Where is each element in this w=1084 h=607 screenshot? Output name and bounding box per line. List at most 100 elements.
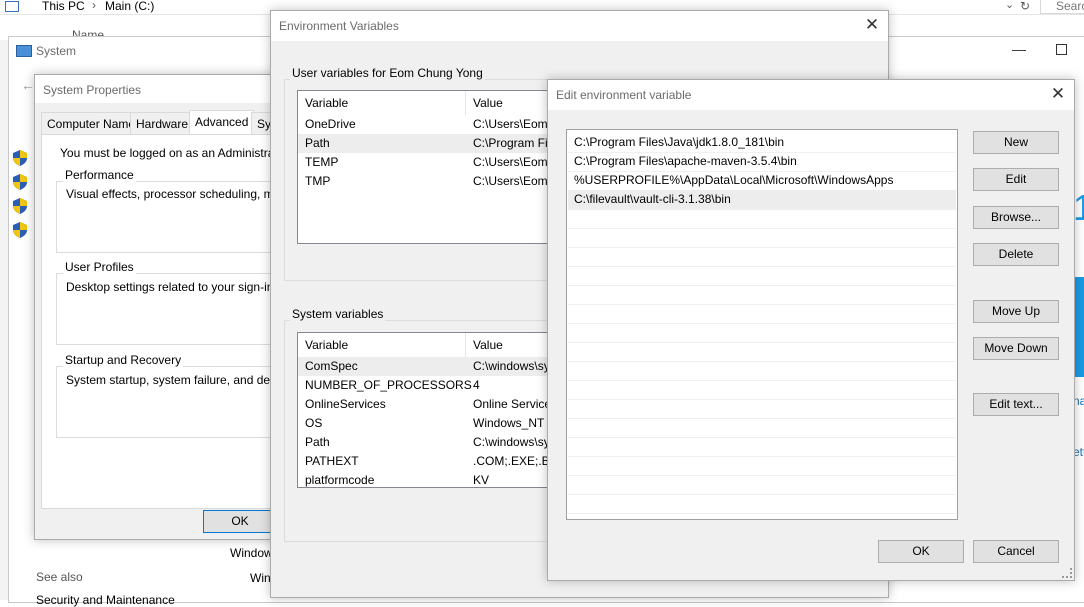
resize-grip-icon[interactable] <box>1062 568 1072 578</box>
env-vars-title: Environment Variables <box>279 19 399 33</box>
browse-button[interactable]: Browse... <box>973 206 1059 229</box>
value-cell: C:\windows\sy <box>473 435 550 449</box>
delete-button[interactable]: Delete <box>973 243 1059 266</box>
variable-cell: OneDrive <box>305 117 356 131</box>
new-button[interactable]: New <box>973 131 1059 154</box>
tab-strip: Computer Name Hardware Advanced Sys <box>41 110 285 135</box>
value-column-header[interactable]: Value <box>473 91 503 115</box>
close-icon[interactable]: ✕ <box>864 16 880 33</box>
empty-list-row <box>568 304 956 324</box>
variable-cell: TMP <box>305 174 331 188</box>
refresh-icon[interactable]: ↻ <box>1020 0 1030 13</box>
performance-label: Performance <box>63 168 136 182</box>
ok-button[interactable]: OK <box>203 510 277 533</box>
crumb-this-pc[interactable]: This PC <box>42 0 85 13</box>
this-pc-icon <box>5 1 19 12</box>
value-cell: KV <box>473 473 490 487</box>
variable-cell: ComSpec <box>305 359 358 373</box>
user-profiles-text: Desktop settings related to your sign-in <box>66 280 274 294</box>
user-profiles-label: User Profiles <box>63 260 136 274</box>
value-cell: C:\Users\Eom <box>473 117 548 131</box>
search-placeholder: Searc <box>1056 0 1084 13</box>
empty-list-row <box>568 323 956 343</box>
variable-cell: OnlineServices <box>305 397 386 411</box>
tab-computer-name[interactable]: Computer Name <box>41 112 142 135</box>
back-arrow-icon[interactable]: ← <box>21 77 35 93</box>
empty-list-row <box>568 399 956 419</box>
variable-cell: TEMP <box>305 155 339 169</box>
admin-note: You must be logged on as an Administrato… <box>60 146 302 160</box>
windows-edition-text: Window <box>230 546 273 560</box>
edit-text-button[interactable]: Edit text... <box>973 393 1059 416</box>
empty-list-row <box>568 285 956 305</box>
variable-column-header[interactable]: Variable <box>305 91 348 115</box>
tab-hardware[interactable]: Hardware <box>130 112 195 135</box>
edit-env-title: Edit environment variable <box>556 88 692 102</box>
value-cell: C:\Program Fil <box>473 136 551 150</box>
variable-cell: NUMBER_OF_PROCESSORS <box>305 378 472 392</box>
value-cell: C:\Users\Eom <box>473 155 548 169</box>
cancel-button[interactable]: Cancel <box>973 540 1059 563</box>
edit-env-titlebar: Edit environment variable ✕ <box>548 80 1074 110</box>
system-window-icon <box>16 45 32 57</box>
left-edge-panel <box>0 40 8 600</box>
system-window-title: System <box>36 44 77 58</box>
empty-list-row <box>568 361 956 381</box>
value-cell: Windows_NT <box>473 416 545 430</box>
variable-column-header[interactable]: Variable <box>305 333 348 357</box>
value-cell: .COM;.EXE;.BA <box>473 454 558 468</box>
empty-list-row <box>568 475 956 495</box>
system-variables-label: System variables <box>290 307 386 321</box>
value-cell: C:\windows\sy <box>473 359 550 373</box>
tab-advanced[interactable]: Advanced <box>189 110 255 135</box>
windows-text-fragment: Win <box>250 571 271 585</box>
list-item[interactable]: C:\Program Files\apache-maven-3.5.4\bin <box>568 152 956 172</box>
list-item[interactable]: C:\Program Files\Java\jdk1.8.0_181\bin <box>568 133 956 153</box>
value-cell: Online Service <box>473 397 552 411</box>
maximize-icon[interactable] <box>1056 44 1067 55</box>
empty-list-row <box>568 418 956 438</box>
empty-list-row <box>568 437 956 457</box>
ok-button[interactable]: OK <box>878 540 964 563</box>
empty-list-row <box>568 247 956 267</box>
column-divider <box>465 91 466 115</box>
move-down-button[interactable]: Move Down <box>973 337 1059 360</box>
list-item[interactable]: %USERPROFILE%\AppData\Local\Microsoft\Wi… <box>568 171 956 191</box>
minimize-icon[interactable]: — <box>1012 41 1026 57</box>
system-properties-titlebar: System Properties <box>35 75 285 103</box>
variable-cell: PATHEXT <box>305 454 359 468</box>
path-entries-list[interactable]: C:\Program Files\Java\jdk1.8.0_181\bin C… <box>566 129 958 520</box>
variable-cell: OS <box>305 416 323 430</box>
shield-icon <box>13 222 27 238</box>
variable-cell: Path <box>305 435 330 449</box>
system-properties-dialog: System Properties Computer Name Hardware… <box>34 74 302 540</box>
see-also-text: See also <box>36 570 83 584</box>
move-up-button[interactable]: Move Up <box>973 300 1059 323</box>
empty-list-row <box>568 209 956 229</box>
shield-icon <box>13 174 27 190</box>
empty-list-row <box>568 342 956 362</box>
env-vars-titlebar: Environment Variables ✕ <box>271 11 888 41</box>
shield-icon <box>13 150 27 166</box>
close-icon[interactable]: ✕ <box>1050 85 1066 102</box>
value-cell: 4 <box>473 378 480 392</box>
performance-text: Visual effects, processor scheduling, me… <box>66 187 302 201</box>
empty-list-row <box>568 266 956 286</box>
crumb-main-drive[interactable]: Main (C:) <box>105 0 154 13</box>
chevron-down-icon[interactable]: ⌄ <box>1005 0 1014 11</box>
startup-recovery-text: System startup, system failure, and debu… <box>66 373 300 387</box>
startup-recovery-label: Startup and Recovery <box>63 353 184 367</box>
empty-list-row <box>568 380 956 400</box>
value-column-header[interactable]: Value <box>473 333 503 357</box>
edit-button[interactable]: Edit <box>973 168 1059 191</box>
security-maintenance-link[interactable]: Security and Maintenance <box>36 593 175 607</box>
user-variables-label: User variables for Eom Chung Yong <box>290 66 485 80</box>
list-item[interactable]: C:\filevault\vault-cli-3.1.38\bin <box>568 190 956 210</box>
variable-cell: platformcode <box>305 473 375 487</box>
system-properties-title: System Properties <box>43 83 142 97</box>
chevron-right-icon: › <box>92 0 96 12</box>
empty-list-row <box>568 228 956 248</box>
variable-cell: Path <box>305 136 330 150</box>
empty-list-row <box>568 456 956 476</box>
value-cell: C:\Users\Eom <box>473 174 548 188</box>
